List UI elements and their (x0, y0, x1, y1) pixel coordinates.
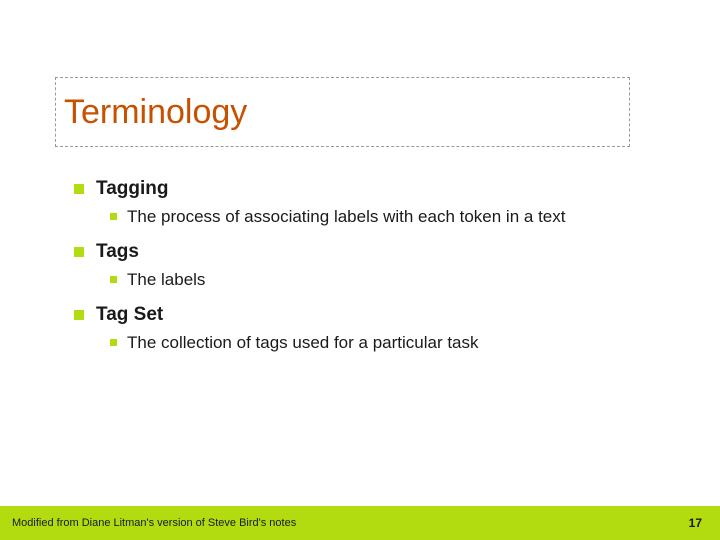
list-item: Tags (74, 241, 694, 263)
list-item: Tagging (74, 178, 694, 200)
page-number: 17 (689, 516, 702, 530)
term-label: Tags (96, 241, 139, 263)
list-item: The collection of tags used for a partic… (110, 332, 694, 355)
footer-note: Modified from Diane Litman's version of … (12, 517, 296, 529)
footer-bar: Modified from Diane Litman's version of … (0, 506, 720, 540)
term-label: Tagging (96, 178, 168, 200)
list-item: Tag Set (74, 304, 694, 326)
bullet-square-icon (110, 276, 117, 283)
definition-text: The process of associating labels with e… (127, 206, 565, 229)
bullet-square-icon (110, 339, 117, 346)
definition-text: The labels (127, 269, 205, 292)
bullet-square-icon (110, 213, 117, 220)
bullet-square-icon (74, 184, 84, 194)
term-label: Tag Set (96, 304, 163, 326)
definition-text: The collection of tags used for a partic… (127, 332, 479, 355)
bullet-square-icon (74, 310, 84, 320)
list-item: The labels (110, 269, 694, 292)
slide: Terminology Tagging The process of assoc… (0, 0, 720, 540)
bullet-square-icon (74, 247, 84, 257)
list-item: The process of associating labels with e… (110, 206, 694, 229)
slide-title: Terminology (64, 93, 247, 132)
title-box: Terminology (55, 77, 630, 147)
content-area: Tagging The process of associating label… (74, 178, 694, 367)
